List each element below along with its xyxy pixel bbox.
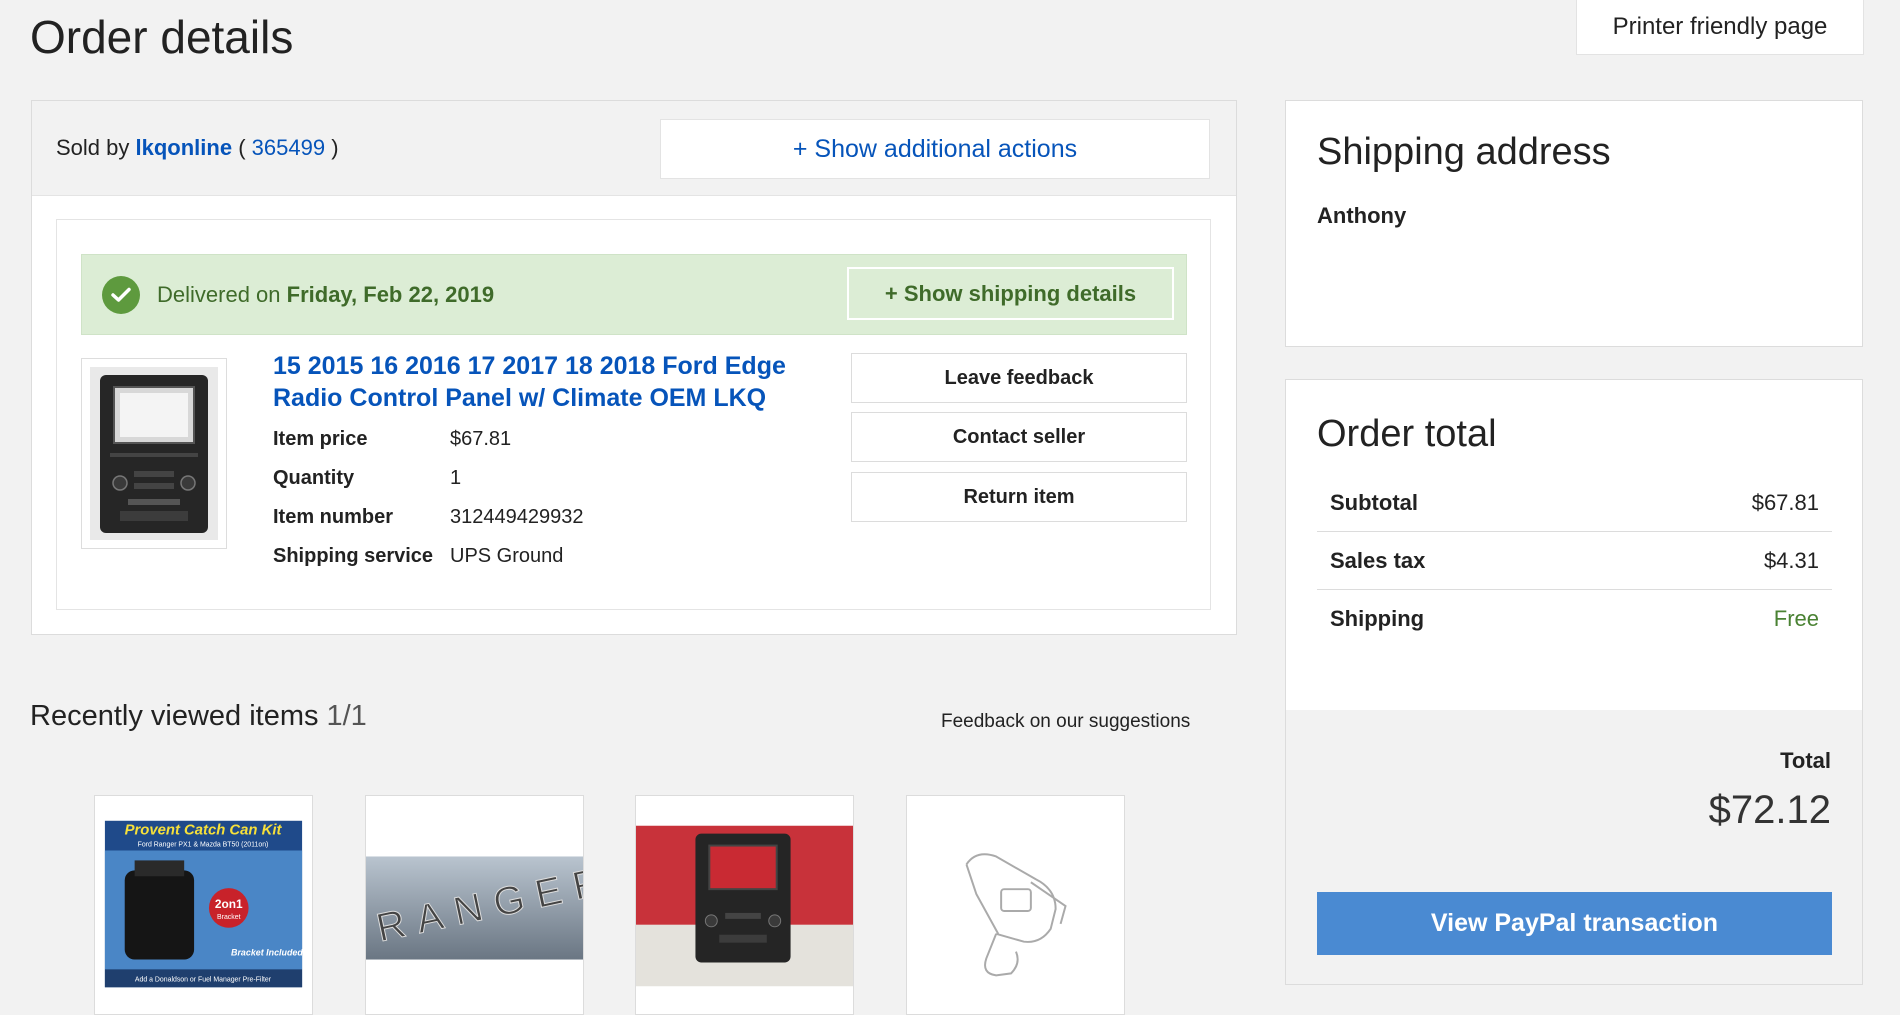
catch-can-footer2: Add a Donaldson or Fuel Manager Pre-Filt… <box>135 976 272 983</box>
subtotal-label: Subtotal <box>1330 489 1418 515</box>
recent-item-card[interactable] <box>906 795 1125 1015</box>
part-line-drawing <box>965 853 1067 977</box>
catch-can-footer: Bracket Included! <box>231 948 306 958</box>
page-title: Order details <box>30 11 294 63</box>
delivered-status-bar: Delivered on Friday, Feb 22, 2019 + Show… <box>81 254 1187 335</box>
recently-viewed-title: Recently viewed items 1/1 <box>30 700 367 733</box>
subtotal-value: $67.81 <box>1751 489 1819 515</box>
shipping-address-card: Shipping address Anthony <box>1285 100 1863 347</box>
delivered-prefix: Delivered on <box>157 282 281 307</box>
spec-value: $67.81 <box>450 428 512 450</box>
seller-name-link[interactable]: lkqonline <box>136 135 233 160</box>
spec-row-item-price: Item price $67.81 <box>273 428 511 451</box>
sales-tax-label: Sales tax <box>1330 547 1426 573</box>
catch-can-badge-sub: Bracket <box>217 914 241 921</box>
spec-value: 1 <box>450 467 462 489</box>
show-additional-actions-button[interactable]: + Show additional actions <box>660 119 1210 179</box>
catch-can-title: Provent Catch Can Kit <box>125 823 283 839</box>
shipping-name: Anthony <box>1317 203 1407 228</box>
leave-feedback-button[interactable]: Leave feedback <box>851 353 1187 403</box>
score-close-paren: ) <box>331 135 339 160</box>
recent-item-card[interactable]: Provent Catch Can Kit Ford Ranger PX1 & … <box>94 795 313 1015</box>
score-open-paren: ( <box>238 135 246 160</box>
shipping-cost-value: Free <box>1773 606 1819 631</box>
contact-seller-button[interactable]: Contact seller <box>851 412 1187 462</box>
shipping-row: Shipping Free <box>1317 590 1832 648</box>
spec-label: Quantity <box>273 467 355 489</box>
show-shipping-details-button[interactable]: + Show shipping details <box>847 267 1174 320</box>
item-thumbnail[interactable] <box>81 358 227 549</box>
sold-by-prefix: Sold by <box>56 135 130 160</box>
spec-label: Item number <box>273 506 394 528</box>
item-panel: Delivered on Friday, Feb 22, 2019 + Show… <box>56 219 1211 610</box>
feedback-suggestions-link[interactable]: Feedback on our suggestions <box>941 711 1190 733</box>
item-title-link[interactable]: 15 2015 16 2016 17 2017 18 2018 Ford Edg… <box>273 350 813 414</box>
spec-row-shipping-service: Shipping service UPS Ground <box>273 545 563 568</box>
subtotal-row: Subtotal $67.81 <box>1317 474 1832 532</box>
return-item-button[interactable]: Return item <box>851 472 1187 522</box>
recently-viewed-label: Recently viewed items <box>30 700 319 732</box>
ranger-tailgate-image: RANGER <box>366 856 583 960</box>
grand-total-area: Total $72.12 View PayPal transaction <box>1286 710 1862 984</box>
sold-by: Sold by lkqonline ( 365499 ) <box>56 135 339 161</box>
recently-viewed-count: 1/1 <box>326 700 367 732</box>
view-paypal-button[interactable]: View PayPal transaction <box>1317 892 1832 955</box>
delivered-date: Friday, Feb 22, 2019 <box>286 282 495 307</box>
spec-value: UPS Ground <box>450 545 564 567</box>
radio-panel-image <box>90 367 218 540</box>
order-card: Sold by lkqonline ( 365499 ) + Show addi… <box>31 100 1237 635</box>
check-circle-icon <box>102 276 140 314</box>
radio-panel-photo <box>636 825 853 987</box>
spec-row-quantity: Quantity 1 <box>273 467 461 490</box>
spec-label: Item price <box>273 428 368 450</box>
spec-label: Shipping service <box>273 545 434 567</box>
shipping-cost-label: Shipping <box>1330 606 1425 631</box>
catch-can-subtitle: Ford Ranger PX1 & Mazda BT50 (2011on) <box>138 842 269 849</box>
order-total-card: Order total Subtotal $67.81 Sales tax $4… <box>1285 379 1863 985</box>
order-card-header: Sold by lkqonline ( 365499 ) + Show addi… <box>32 101 1236 196</box>
sales-tax-row: Sales tax $4.31 <box>1317 532 1832 590</box>
delivered-text: Delivered on Friday, Feb 22, 2019 <box>157 282 494 308</box>
recent-item-card[interactable]: RANGER <box>365 795 584 1015</box>
spec-value: 312449429932 <box>450 506 584 528</box>
printer-friendly-button[interactable]: Printer friendly page <box>1576 0 1864 55</box>
catch-can-badge: 2on1 <box>215 897 243 911</box>
recent-item-card[interactable] <box>635 795 854 1015</box>
total-value: $72.12 <box>1708 788 1831 832</box>
spec-row-item-number: Item number 312449429932 <box>273 506 583 529</box>
total-label: Total <box>1780 748 1831 773</box>
sales-tax-value: $4.31 <box>1763 547 1819 573</box>
order-total-title: Order total <box>1317 413 1497 455</box>
shipping-address-title: Shipping address <box>1317 131 1611 173</box>
seller-score-link[interactable]: 365499 <box>252 135 325 160</box>
catch-can-kit-image: Provent Catch Can Kit Ford Ranger PX1 & … <box>104 820 306 988</box>
